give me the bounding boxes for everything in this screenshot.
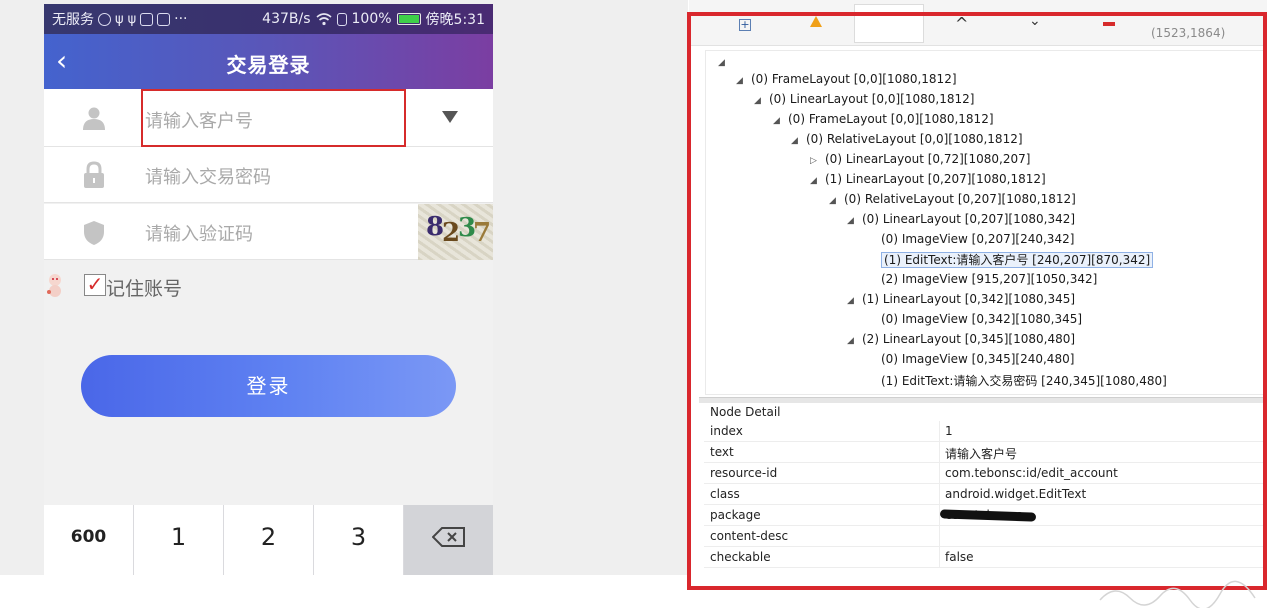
tree-node[interactable]: ◢ (0) LinearLayout [0,0][1080,1812] [754,92,974,106]
captcha-image[interactable]: 8 2 3 7 [418,204,493,260]
key-2[interactable]: 2 [224,505,314,575]
tree-node[interactable]: (2) ImageView [915,207][1050,342] [866,272,1097,286]
usb-debug-icon: ψ [127,11,137,27]
app-header: ‹ 交易登录 [44,34,493,89]
column-divider [939,442,940,463]
tree-node[interactable]: ◢ (0) RelativeLayout [0,207][1080,1812] [829,192,1076,206]
next-node-button[interactable]: ⌄ [1029,13,1041,29]
column-divider [939,547,940,568]
remember-account[interactable]: ✓ 记住账号 [44,270,344,300]
shield-icon [84,221,104,245]
expand-toggle-icon[interactable]: ◢ [829,196,839,206]
key-3[interactable]: 3 [314,505,404,575]
previous-node-button[interactable]: ^ [955,14,968,33]
expand-toggle-icon[interactable]: ◢ [754,96,764,106]
expand-toggle-icon[interactable]: ◢ [847,336,857,346]
password-input[interactable]: 请输入交易密码 [145,163,271,189]
tree-node[interactable]: ◢ (1) LinearLayout [0,207][1080,1812] [810,172,1046,186]
watermark-graphic [1099,580,1256,608]
remember-label: 记住账号 [106,278,183,300]
usb-icon: ψ [115,11,124,27]
battery-icon [396,13,421,25]
no-signal-icon [98,12,111,26]
detail-row[interactable]: resource-id com.tebonsc:id/edit_account [704,463,1267,484]
expand-toggle-icon[interactable]: ◢ [718,58,728,68]
delete-key[interactable] [404,505,493,575]
tree-node[interactable]: (1) EditText:请输入交易密码 [240,345][1080,480] [866,372,1167,389]
detail-row[interactable]: index 1 [704,421,1267,442]
tree-node[interactable]: ◢ (0) FrameLayout [0,0][1080,1812] [773,112,994,126]
tree-node[interactable]: (0) ImageView [0,342][1080,345] [866,312,1082,326]
detail-row[interactable]: class android.widget.EditText [704,484,1267,505]
collapse-icon[interactable] [1103,22,1115,26]
expand-toggle-icon[interactable]: ◢ [810,176,820,186]
backspace-icon [431,527,465,547]
column-divider [939,421,940,442]
account-dropdown-icon[interactable] [442,111,458,123]
remember-checkbox[interactable]: ✓ [84,274,106,296]
status-bar: 无服务 ψ ψ ··· 437B/s 100% 傍晚5:31 [44,4,493,34]
expand-toggle-icon[interactable]: ◢ [736,76,746,86]
tree-node[interactable]: ◢ (2) LinearLayout [0,345][1080,480] [847,332,1075,346]
warning-icon[interactable] [810,16,822,27]
expand-toggle-icon[interactable]: ◢ [791,136,801,146]
detail-row[interactable]: checkable false [704,547,1267,568]
account-row: 请输入客户号 [44,89,493,147]
sim-icon [336,12,347,26]
key-1[interactable]: 1 [134,505,224,575]
page-title: 交易登录 [226,53,311,77]
tree-node[interactable]: ◢ [718,54,733,68]
column-divider [939,484,940,505]
detail-row[interactable]: content-desc [704,526,1267,547]
app-notification-icon [140,12,154,26]
battery-percent: 100% [351,11,392,27]
lock-icon [84,161,104,188]
tree-node-selected[interactable]: (1) EditText:请输入客户号 [240,207][870,342] [866,251,1154,268]
expand-toggle-icon[interactable]: ▷ [810,156,820,166]
login-button[interactable]: 登录 [81,355,456,417]
cursor-coordinates: (1523,1864) [1151,26,1226,40]
status-right: 437B/s 100% 傍晚5:31 [262,9,485,29]
password-row: 请输入交易密码 [44,147,493,203]
more-notifications: ··· [174,11,188,27]
captcha-digit: 7 [473,218,492,248]
captcha-input[interactable]: 请输入验证码 [145,220,253,246]
column-divider [939,526,940,547]
net-speed: 437B/s [262,11,311,27]
hierarchy-tree: ◢ ◢ (0) FrameLayout [0,0][1080,1812] ◢ (0)… [705,50,1265,395]
search-box[interactable] [854,4,924,43]
account-placeholder: 请输入客户号 [145,111,253,132]
screenshot-root: 无服务 ψ ψ ··· 437B/s 100% 傍晚5:31 ‹ 交易登录 请输… [0,0,1267,615]
expand-toggle-icon[interactable]: ◢ [847,216,857,226]
node-detail-panel: Node Detail index 1 text 请输入客户号 resource-i… [699,403,1267,588]
tree-node[interactable]: ▷ (0) LinearLayout [0,72][1080,207] [810,152,1030,166]
column-divider [939,463,940,484]
status-left: 无服务 ψ ψ ··· [52,9,188,29]
tree-node[interactable]: ◢ (0) RelativeLayout [0,0][1080,1812] [791,132,1023,146]
tree-node[interactable]: ◢ (0) FrameLayout [0,0][1080,1812] [736,72,957,86]
mascot-icon [47,274,61,297]
key-600[interactable]: 600 [44,505,134,575]
app-notification-icon-2 [157,12,171,26]
tree-node[interactable]: ◢ (0) LinearLayout [0,207][1080,342] [847,212,1075,226]
tree-node[interactable]: (0) ImageView [0,207][240,342] [866,232,1074,246]
carrier-text: 无服务 [52,12,94,28]
expand-all-button[interactable]: + [739,19,751,31]
captcha-row: 请输入验证码 8 2 3 7 [44,204,493,260]
tree-node[interactable]: (0) ImageView [0,345][240,480] [866,352,1074,366]
wifi-icon [315,12,332,25]
number-keyboard: 600 1 2 3 [44,505,493,575]
tree-node[interactable]: ◢ (1) LinearLayout [0,342][1080,345] [847,292,1075,306]
node-detail-title: Node Detail [710,405,781,419]
expand-toggle-icon[interactable]: ◢ [773,116,783,126]
user-icon [83,107,105,130]
clock: 傍晚5:31 [425,12,485,28]
detail-row[interactable]: text 请输入客户号 [704,442,1267,463]
phone-screen: 无服务 ψ ψ ··· 437B/s 100% 傍晚5:31 ‹ 交易登录 请输… [44,4,493,575]
expand-toggle-icon[interactable]: ◢ [847,296,857,306]
